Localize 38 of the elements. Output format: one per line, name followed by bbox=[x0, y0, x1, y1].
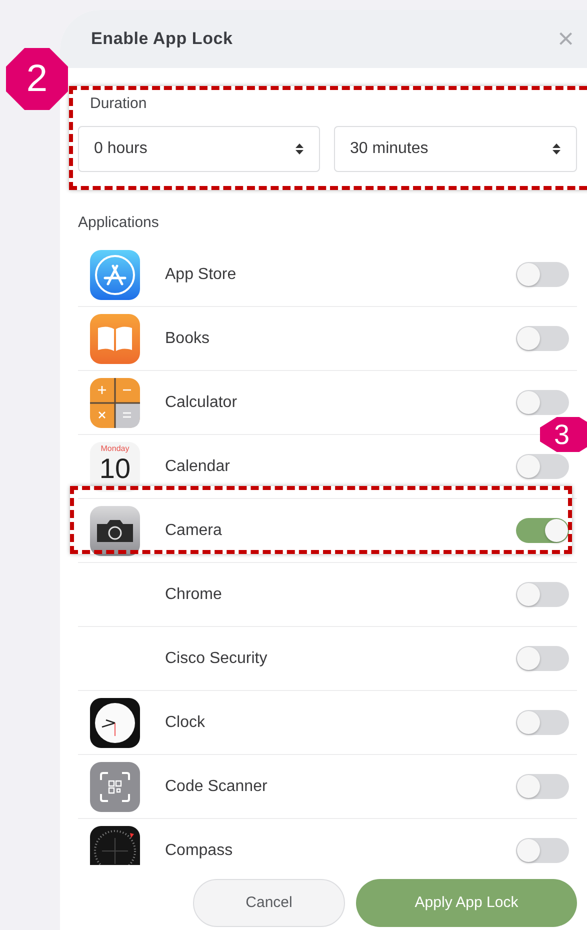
app-name: App Store bbox=[165, 264, 238, 284]
camera-icon bbox=[90, 506, 140, 556]
dialog-title: Enable App Lock bbox=[91, 28, 234, 50]
select-arrows-icon bbox=[552, 142, 561, 154]
toggle-switch[interactable] bbox=[516, 838, 569, 863]
app-name: Compass bbox=[165, 840, 234, 860]
app-store-icon bbox=[90, 250, 140, 300]
toggle-switch[interactable] bbox=[516, 582, 569, 607]
minutes-select[interactable]: 30 minutes bbox=[334, 126, 577, 172]
toggle-switch[interactable] bbox=[516, 262, 569, 287]
compass-icon bbox=[90, 826, 140, 865]
app-name: Calculator bbox=[165, 392, 238, 412]
cancel-button[interactable]: Cancel bbox=[193, 879, 345, 927]
toggle-switch[interactable] bbox=[516, 454, 569, 479]
calculator-icon bbox=[90, 378, 140, 428]
qr-code-icon bbox=[90, 762, 140, 812]
app-name: Books bbox=[165, 328, 210, 348]
callout-badge: 2 bbox=[6, 48, 68, 110]
calendar-date: 10 bbox=[99, 452, 131, 484]
open-book-icon bbox=[90, 314, 140, 364]
app-name: Code Scanner bbox=[165, 776, 268, 796]
applications-label: Applications bbox=[78, 212, 160, 232]
hours-select[interactable]: 0 hours bbox=[78, 126, 320, 172]
calendar-day: Monday bbox=[100, 444, 130, 452]
app-name: Chrome bbox=[165, 584, 223, 604]
app-name: Cisco Security bbox=[165, 648, 268, 668]
toggle-switch[interactable] bbox=[516, 326, 569, 351]
toggle-switch[interactable] bbox=[516, 390, 569, 415]
app-name: Calendar bbox=[165, 456, 231, 476]
toggle-switch[interactable] bbox=[516, 646, 569, 671]
app-name: Camera bbox=[165, 520, 223, 540]
toggle-switch[interactable] bbox=[516, 710, 569, 735]
toggle-switch[interactable] bbox=[516, 774, 569, 799]
duration-label: Duration bbox=[90, 94, 148, 114]
clock-icon bbox=[90, 698, 140, 748]
select-arrows-icon bbox=[295, 142, 304, 154]
app-name: Clock bbox=[165, 712, 206, 732]
toggle-switch[interactable] bbox=[516, 518, 569, 543]
